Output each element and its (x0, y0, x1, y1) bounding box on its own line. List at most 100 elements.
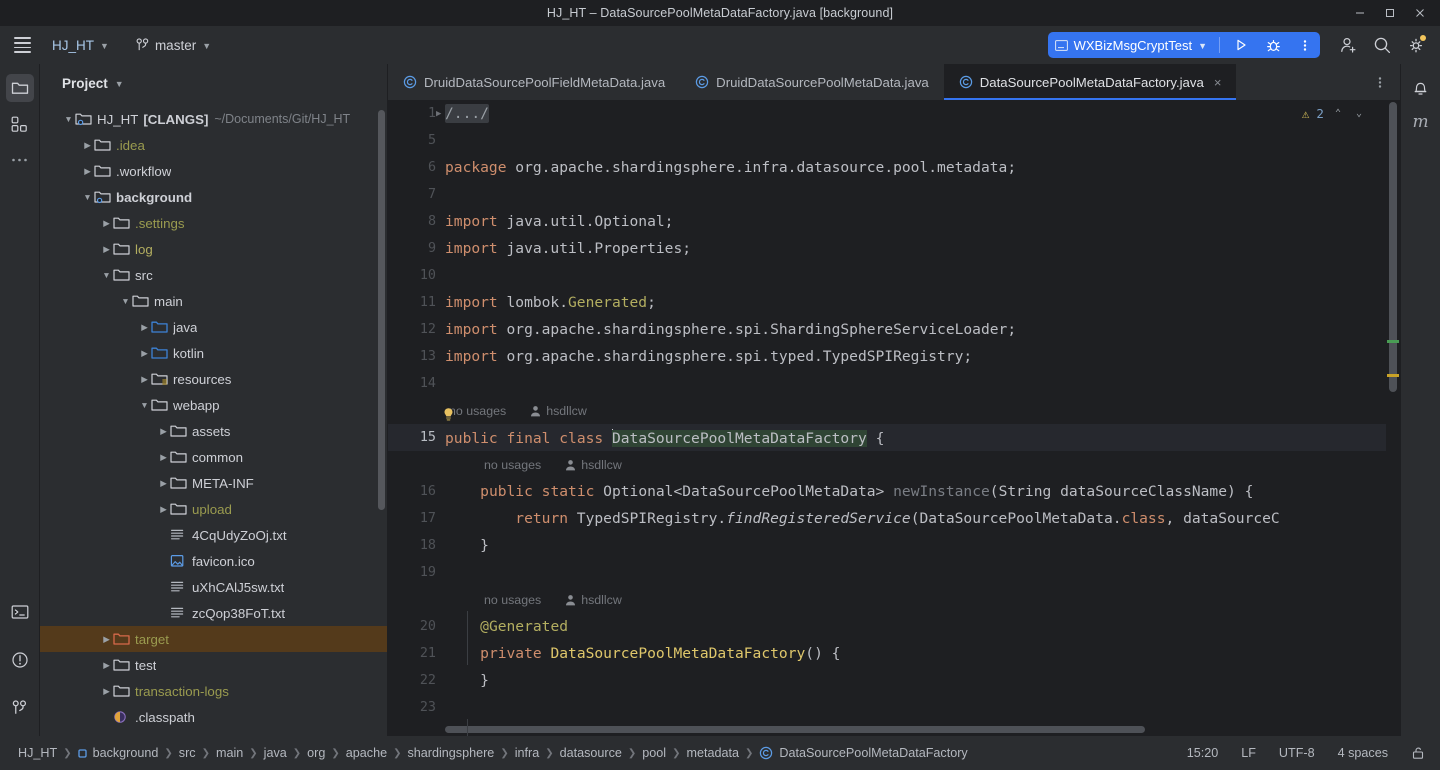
inspection-widget[interactable]: ⚠ 2 ⌃ ⌄ (1302, 106, 1366, 121)
run-configuration-selector[interactable]: WXBizMsgCryptTest ▼ (1054, 38, 1211, 53)
read-only-lock-button[interactable] (1408, 744, 1428, 762)
editor-tab[interactable]: DataSourcePoolMetaDataFactory.java × (943, 64, 1237, 100)
line-number[interactable]: 12 (388, 322, 445, 337)
tool-window-project[interactable] (5, 74, 34, 102)
tab-options-button[interactable] (1364, 67, 1396, 97)
breadcrumb-item[interactable]: metadata (683, 744, 744, 762)
line-number[interactable]: 20 (388, 619, 445, 634)
tool-window-problems[interactable] (6, 646, 34, 674)
code-line[interactable]: 8 import java.util.Optional; (388, 208, 1400, 235)
code-line[interactable]: 11 import lombok.Generated; (388, 289, 1400, 316)
chevron-down-icon[interactable]: ▼ (100, 270, 113, 280)
code-line[interactable]: 10 (388, 262, 1400, 289)
project-panel-header[interactable]: Project ▼ (40, 64, 387, 102)
chevron-right-icon[interactable]: ▶ (138, 322, 151, 333)
breadcrumb-item[interactable]: main (212, 744, 247, 762)
line-number[interactable]: 15 (388, 430, 445, 445)
breadcrumb-item[interactable]: infra (511, 744, 544, 762)
line-number[interactable]: 14 (388, 376, 445, 391)
tree-item-kotlin[interactable]: ▶ kotlin (40, 340, 387, 366)
tree-item-target[interactable]: ▶ target (40, 626, 387, 652)
tree-item--workflow[interactable]: ▶ .workflow (40, 158, 387, 184)
code-line[interactable]: 15 public final class DataSourcePoolMetaD… (388, 424, 1400, 451)
chevron-right-icon[interactable]: ▶ (100, 218, 113, 229)
tree-item-assets[interactable]: ▶ assets (40, 418, 387, 444)
editor-tab[interactable]: DruidDataSourcePoolFieldMetaData.java (388, 64, 680, 100)
line-number[interactable]: 23 (388, 700, 445, 715)
inlay-hint[interactable]: no usages hsdllcw (444, 404, 587, 420)
breadcrumb-item[interactable]: DataSourcePoolMetaDataFactory (755, 744, 971, 762)
settings-button[interactable] (1400, 30, 1432, 60)
tree-item-4cqudyzooj-txt[interactable]: 4CqUdyZoOj.txt (40, 522, 387, 548)
tree-item-webapp[interactable]: ▼ webapp (40, 392, 387, 418)
caret-position[interactable]: 15:20 (1184, 744, 1222, 762)
tool-window-git[interactable] (6, 694, 34, 722)
line-number[interactable]: 16 (388, 484, 445, 499)
more-tool-windows-button[interactable] (6, 146, 34, 174)
chevron-right-icon[interactable]: ▶ (81, 140, 94, 151)
account-button[interactable] (1332, 30, 1364, 60)
code-line[interactable]: 5 (388, 127, 1400, 154)
more-run-options-button[interactable] (1292, 33, 1318, 57)
close-tab-icon[interactable]: × (1214, 75, 1222, 90)
tree-item--idea[interactable]: ▶ .idea (40, 132, 387, 158)
tree-item-resources[interactable]: ▶ resources (40, 366, 387, 392)
line-number[interactable]: 10 (388, 268, 445, 283)
fold-expand-icon[interactable]: ▶ (436, 109, 441, 119)
breadcrumb-item[interactable]: src (175, 744, 200, 762)
tree-item-hj-ht[interactable]: ▼ HJ_HT [CLANGS] ~/Documents/Git/HJ_HT (40, 106, 387, 132)
main-menu-button[interactable] (0, 26, 44, 64)
code-line[interactable]: 7 (388, 181, 1400, 208)
next-problem-button[interactable]: ⌄ (1352, 106, 1366, 121)
tree-item-main[interactable]: ▼ main (40, 288, 387, 314)
chevron-right-icon[interactable]: ▶ (157, 452, 170, 463)
line-number[interactable]: 22 (388, 673, 445, 688)
code-line[interactable]: 9 import java.util.Properties; (388, 235, 1400, 262)
tree-item-java[interactable]: ▶ java (40, 314, 387, 340)
line-number[interactable]: 8 (388, 214, 445, 229)
chevron-down-icon[interactable]: ▼ (138, 400, 151, 410)
tree-item-common[interactable]: ▶ common (40, 444, 387, 470)
breadcrumb-item[interactable]: apache (342, 744, 391, 762)
code-line[interactable]: 20 @Generated (388, 613, 1400, 640)
tool-window-terminal[interactable] (6, 598, 34, 626)
chevron-right-icon[interactable]: ▶ (81, 166, 94, 177)
intention-bulb-icon[interactable] (442, 407, 455, 422)
search-button[interactable] (1366, 30, 1398, 60)
breadcrumb-item[interactable]: shardingsphere (403, 744, 498, 762)
line-number[interactable]: 9 (388, 241, 445, 256)
chevron-down-icon[interactable]: ▼ (81, 192, 94, 202)
notifications-button[interactable] (1407, 74, 1435, 102)
line-number[interactable]: 6 (388, 160, 445, 175)
branch-switcher[interactable]: master ▼ (129, 34, 218, 57)
tree-item-background[interactable]: ▼ background (40, 184, 387, 210)
chevron-right-icon[interactable]: ▶ (157, 478, 170, 489)
tree-item--settings[interactable]: ▶ .settings (40, 210, 387, 236)
line-number[interactable]: 7 (388, 187, 445, 202)
tree-item-src[interactable]: ▼ src (40, 262, 387, 288)
run-button[interactable] (1228, 33, 1254, 57)
chevron-right-icon[interactable]: ▶ (138, 374, 151, 385)
tree-item-upload[interactable]: ▶ upload (40, 496, 387, 522)
breadcrumb-item[interactable]: java (260, 744, 291, 762)
line-number[interactable]: 18 (388, 538, 445, 553)
breadcrumb-item[interactable]: HJ_HT (14, 744, 61, 762)
line-number[interactable]: 13 (388, 349, 445, 364)
chevron-right-icon[interactable]: ▶ (100, 634, 113, 645)
line-separator[interactable]: LF (1238, 744, 1259, 762)
code-line[interactable]: 19 (388, 559, 1400, 586)
chevron-right-icon[interactable]: ▶ (100, 686, 113, 697)
chevron-right-icon[interactable]: ▶ (100, 244, 113, 255)
tree-item-meta-inf[interactable]: ▶ META-INF (40, 470, 387, 496)
project-switcher[interactable]: HJ_HT ▼ (44, 34, 115, 57)
tree-item-test[interactable]: ▶ test (40, 652, 387, 678)
chevron-right-icon[interactable]: ▶ (100, 660, 113, 671)
project-tree[interactable]: ▼ HJ_HT [CLANGS] ~/Documents/Git/HJ_HT ▶ .ide… (40, 102, 387, 736)
code-line[interactable]: 21 private DataSourcePoolMetaDataFactory… (388, 640, 1400, 667)
indent-setting[interactable]: 4 spaces (1335, 744, 1391, 762)
inlay-hint[interactable]: no usages hsdllcw (484, 593, 622, 607)
minimize-button[interactable] (1346, 1, 1374, 25)
editor-right-gutter[interactable] (1386, 100, 1400, 722)
editor-tab[interactable]: DruidDataSourcePoolMetaData.java (680, 64, 944, 100)
tree-item-transaction-logs[interactable]: ▶ transaction-logs (40, 678, 387, 704)
